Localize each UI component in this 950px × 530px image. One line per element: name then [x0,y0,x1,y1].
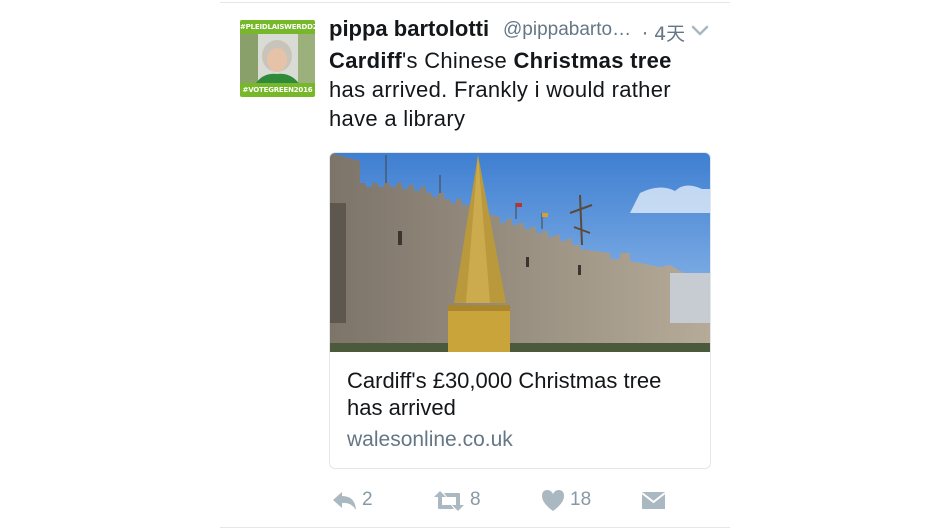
tweet-text-part: 's Chinese [402,48,514,73]
heart-icon[interactable] [541,488,565,514]
card-title[interactable]: Cardiff's £30,000 Christmas tree has arr… [347,367,697,421]
avatar-badge-bottom: #VOTEGREEN2016 [240,83,315,97]
direct-message-icon[interactable] [641,488,666,514]
retweet-count: 8 [470,489,481,510]
tweet-text-part: has arrived. Frankly i would rather have… [329,77,671,131]
avatar[interactable]: #PLEIDLAISWERDD2016 #VOTEGREEN2016 [240,20,315,97]
reply-count: 2 [362,489,373,510]
tweet-text-part[interactable]: Christmas tree [513,48,671,73]
top-divider [220,2,730,3]
reply-icon[interactable] [331,488,358,514]
avatar-badge-top: #PLEIDLAISWERDD2016 [240,20,315,34]
tweet-text: Cardiff's Chinese Christmas tree has arr… [329,46,709,133]
author-name[interactable]: pippa bartolotti [329,16,489,42]
like-count: 18 [570,489,592,510]
author-handle[interactable]: @pippabarto… [503,19,631,41]
retweet-icon[interactable] [433,488,465,514]
tweet-text-part[interactable]: Cardiff [329,48,402,73]
card-domain[interactable]: walesonline.co.uk [347,428,513,452]
link-card[interactable]: Cardiff's £30,000 Christmas tree has arr… [329,152,711,469]
bottom-divider [220,527,730,528]
tweet-timestamp[interactable]: · 4天 [642,19,685,46]
card-image [330,153,710,352]
chevron-down-icon[interactable] [690,24,710,38]
